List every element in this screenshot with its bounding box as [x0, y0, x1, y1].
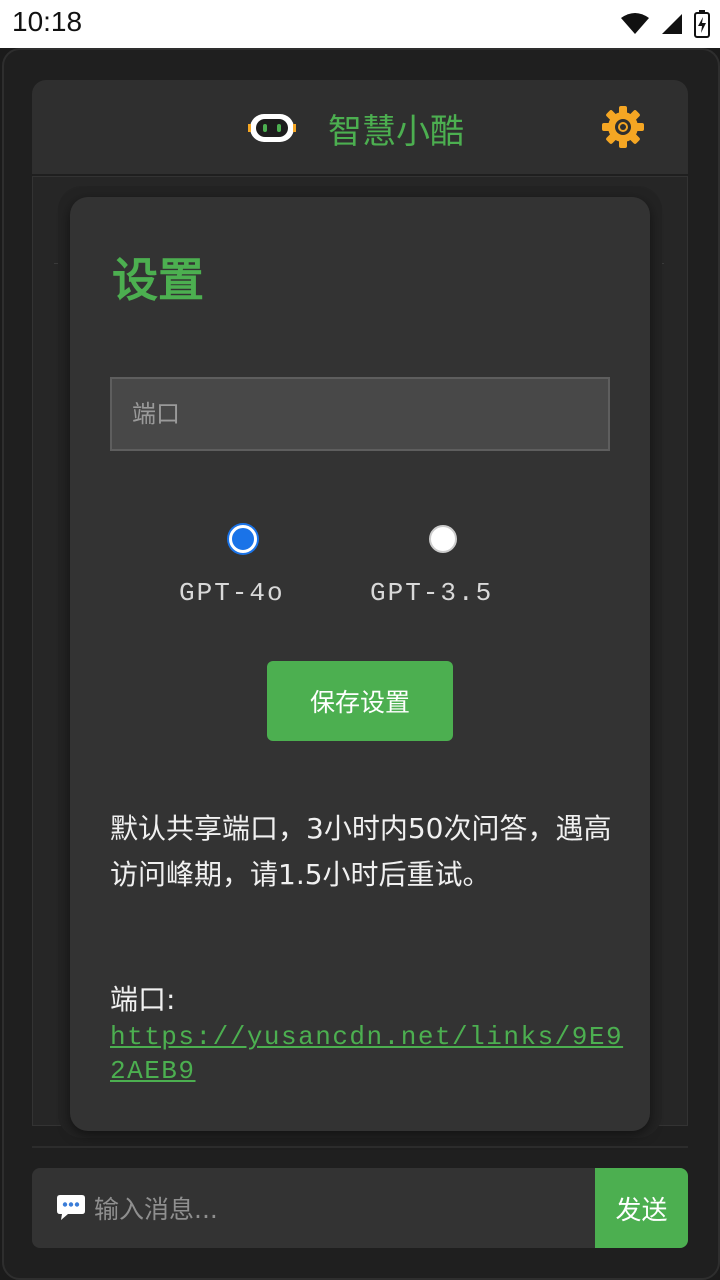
port-input[interactable]	[110, 377, 610, 451]
radio-gpt-4o[interactable]	[229, 525, 257, 553]
save-settings-button[interactable]: 保存设置	[267, 661, 453, 741]
radio-gpt-3-5[interactable]	[429, 525, 457, 553]
speech-bubble-icon	[57, 1195, 85, 1220]
send-button[interactable]: 发送	[595, 1168, 688, 1248]
divider	[32, 1146, 688, 1148]
info-text: 默认共享端口，3小时内50次问答，遇高访问峰期，请1.5小时后重试。	[110, 812, 612, 891]
app-title: 智慧小酷	[328, 112, 464, 152]
signal-icon	[662, 14, 682, 34]
wifi-icon	[621, 13, 649, 34]
gear-icon[interactable]	[600, 104, 646, 150]
port-caption: 端口:	[110, 983, 176, 1016]
radio-label-gpt-3-5[interactable]: GPT-3.5	[370, 578, 493, 608]
status-time: 10:18	[12, 6, 83, 37]
message-input[interactable]	[92, 1186, 586, 1232]
port-link[interactable]: https://yusancdn.net/links/9E92AEB9	[110, 1020, 640, 1088]
battery-charging-icon	[694, 10, 710, 38]
status-bar: 10:18	[0, 0, 720, 48]
modal-title: 设置	[112, 253, 204, 307]
status-icons	[620, 10, 710, 38]
radio-label-gpt-4o[interactable]: GPT-4o	[179, 578, 285, 608]
robot-icon	[248, 114, 296, 142]
